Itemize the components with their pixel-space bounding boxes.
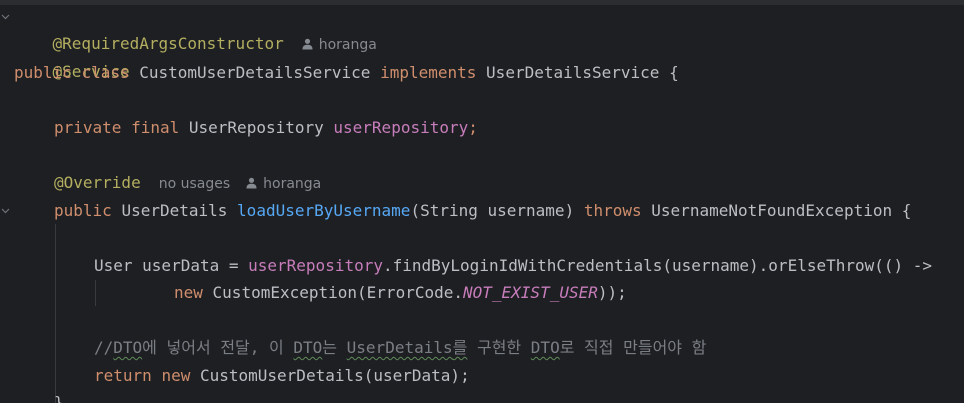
comment-typo-dto: DTO (293, 338, 323, 357)
code-line-1: @RequiredArgsConstructor horanga (14, 5, 377, 53)
code-line-10: return new CustomUserDetails(userData); (94, 363, 470, 389)
open-brace: { (901, 201, 912, 220)
close-brace: } (54, 393, 64, 403)
usages-hint[interactable]: no usages (159, 176, 230, 192)
method-call-chain: .findByLoginIdWithCredentials(username).… (382, 256, 933, 275)
fold-marker-class[interactable] (1, 13, 10, 21)
author-hint-name: horanga (263, 176, 322, 192)
comment-typo-userdetails: UserDetails (346, 338, 453, 357)
code-line-3: public class CustomUserDetailsService im… (14, 60, 679, 86)
indent-guide-continuation (95, 280, 96, 306)
exception-type: UsernameNotFoundException (651, 201, 893, 220)
author-hint[interactable]: horanga (302, 37, 377, 53)
author-hint[interactable]: horanga (246, 176, 321, 192)
return-type: UserDetails (121, 201, 228, 220)
semicolon: ; (468, 118, 478, 137)
class-name: CustomUserDetailsService (139, 63, 371, 82)
comment-text: 는 (322, 338, 347, 357)
open-brace: { (669, 63, 679, 82)
comment-text: 로 직접 만들어야 함 (559, 338, 707, 357)
keyword-new: new (161, 366, 191, 385)
field-user-repository: userRepository (333, 118, 469, 137)
keyword-public: public (54, 201, 112, 220)
comment-slashes: // (94, 338, 114, 357)
keyword-new: new (174, 283, 203, 302)
method-name: loadUserByUsername (237, 201, 411, 220)
indent-guide-method (55, 224, 56, 403)
enum-constant: NOT_EXIST_USER (463, 283, 598, 302)
field-user-repository: userRepository (248, 256, 383, 275)
code-line-9-comment: //DTO에 넣어서 전달, 이 DTO는 UserDetails를 구현한 D… (94, 335, 706, 361)
code-line-7: User userData = userRepository.findByLog… (94, 253, 932, 279)
user-icon (302, 33, 313, 59)
keyword-final: final (131, 118, 180, 137)
keyword-private: private (54, 118, 122, 137)
keyword-return: return (94, 366, 152, 385)
user-icon (246, 172, 257, 198)
comment-text: 구현한 (467, 338, 531, 357)
code-line-5: @Override no usages horanga (54, 170, 321, 196)
keyword-throws: throws (583, 201, 642, 220)
keyword-implements: implements (380, 63, 477, 82)
fold-marker-method[interactable] (1, 207, 10, 215)
constructor-call: CustomException(ErrorCode. (202, 283, 463, 302)
field-type: UserRepository (188, 118, 324, 137)
interface-name: UserDetailsService (486, 63, 660, 82)
annotation-override: @Override (54, 173, 141, 192)
code-line-11: } (54, 390, 64, 403)
author-hint-name: horanga (318, 37, 377, 53)
code-line-2: @Service (14, 33, 130, 81)
constructor-call: CustomUserDetails(userData); (190, 366, 470, 385)
method-params: (String username) (410, 201, 575, 220)
comment-typo-dto: DTO (113, 338, 143, 357)
comment-typo-dto: DTO (530, 338, 560, 357)
comment-typo-particle: 를 (452, 338, 468, 357)
keyword-class: class (81, 63, 130, 82)
call-end: )); (597, 283, 627, 302)
code-line-8: new CustomException(ErrorCode.NOT_EXIST_… (174, 280, 627, 306)
code-editor[interactable]: @RequiredArgsConstructor horanga @Service… (0, 0, 964, 403)
code-line-4: private final UserRepository userReposit… (54, 115, 478, 141)
comment-text: 에 넣어서 전달, 이 (142, 338, 294, 357)
local-declaration: User userData = (94, 256, 249, 275)
keyword-public: public (14, 63, 72, 82)
code-line-6: public UserDetails loadUserByUsername(St… (54, 198, 911, 224)
